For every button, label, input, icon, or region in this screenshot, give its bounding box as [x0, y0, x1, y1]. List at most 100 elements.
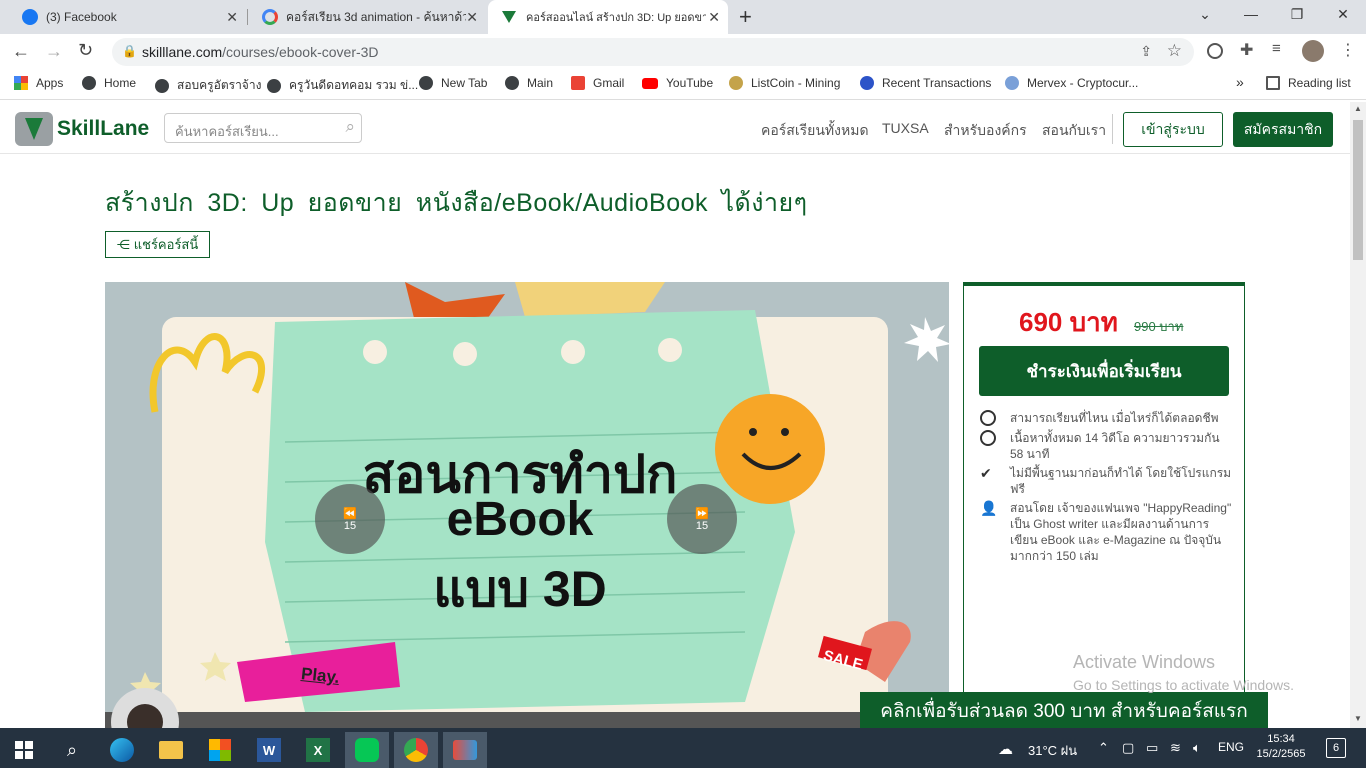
signup-button[interactable]: สมัครสมาชิก — [1233, 112, 1333, 147]
clock[interactable]: 15:34 15/2/2565 — [1256, 732, 1306, 762]
bookmark-youtube[interactable]: YouTube — [642, 76, 713, 90]
bookmark-label: ครูวันดีดอทคอม รวม ข่... — [289, 78, 419, 92]
new-tab-button[interactable]: + — [739, 4, 752, 30]
windows-activation-watermark: Activate Windows Go to Settings to activ… — [1073, 652, 1294, 693]
puzzle-icon[interactable]: ✚ — [1240, 40, 1253, 60]
bookmark-recent-transactions[interactable]: Recent Transactions — [860, 76, 991, 90]
reading-list-button[interactable]: Reading list — [1266, 76, 1351, 90]
clock-date: 15/2/2565 — [1256, 748, 1306, 760]
search-icon[interactable]: ⌕ — [50, 732, 94, 768]
nav-tuxsa[interactable]: TUXSA — [882, 120, 929, 136]
skilllane-logo[interactable]: SkillLane — [15, 112, 149, 146]
discount-promo-banner[interactable]: คลิกเพื่อรับส่วนลด 300 บาท สำหรับคอร์สแร… — [860, 692, 1268, 730]
weather-icon[interactable]: ☁ — [998, 740, 1013, 758]
extension-icon[interactable] — [1207, 43, 1223, 59]
coin-icon — [860, 76, 874, 90]
tray-overflow-chevron-icon[interactable]: ⌃ — [1098, 740, 1109, 756]
google-icon — [262, 9, 278, 25]
tab-google-search[interactable]: คอร์สเรียน 3d animation - ค้นหาด้วย ✕ — [248, 0, 486, 34]
profile-avatar[interactable] — [1302, 40, 1324, 62]
wifi-icon[interactable]: ≋ — [1170, 740, 1181, 756]
activation-title: Activate Windows — [1073, 652, 1216, 672]
course-video-player[interactable]: สอนการทำปก eBook แบบ 3D Play. SALE ⏪ 15 … — [105, 282, 949, 728]
url-path: /courses/ebook-cover-3D — [222, 44, 379, 60]
bookmark-main[interactable]: Main — [505, 76, 553, 90]
rewind-15-button[interactable]: ⏪ 15 — [315, 484, 385, 554]
word-icon[interactable]: W — [247, 732, 291, 768]
login-button[interactable]: เข้าสู่ระบบ — [1123, 112, 1223, 147]
bookmark-star-icon[interactable]: ☆ — [1167, 41, 1182, 61]
feature-text: สอนโดย เจ้าของแฟนเพจ "HappyReading" เป็น… — [1010, 501, 1232, 563]
nav-teach-with-us[interactable]: สอนกับเรา — [1042, 120, 1106, 142]
bookmark-label: ListCoin - Mining — [751, 76, 841, 90]
window-close-icon[interactable]: ✕ — [1328, 6, 1358, 23]
scroll-down-arrow-icon[interactable]: ▼ — [1354, 714, 1362, 723]
weather-text[interactable]: 31°C ฝน — [1028, 740, 1077, 761]
line-app-icon[interactable] — [345, 732, 389, 768]
feature-content: เนื้อหาทั้งหมด 14 วิดีโอ ความยาวรวมกัน 5… — [980, 430, 1230, 464]
tab-facebook[interactable]: (3) Facebook ✕ — [8, 0, 246, 34]
nav-all-courses[interactable]: คอร์สเรียนทั้งหมด — [761, 120, 869, 142]
snip-tool-icon[interactable] — [443, 732, 487, 768]
bookmark-gmail[interactable]: Gmail — [571, 76, 624, 90]
tab-title: (3) Facebook — [46, 10, 117, 24]
tab-search-chevron-icon[interactable]: ⌄ — [1190, 6, 1220, 23]
person-icon: 👤 — [980, 500, 998, 516]
tab-skilllane-course[interactable]: คอร์สออนไลน์ สร้างปก 3D: Up ยอดขาย ✕ — [488, 0, 728, 34]
scroll-thumb[interactable] — [1353, 120, 1363, 260]
close-icon[interactable]: ✕ — [466, 9, 478, 26]
share-course-button[interactable]: ⋲ แชร์คอร์สนี้ — [105, 231, 210, 258]
file-explorer-icon[interactable] — [149, 732, 193, 768]
close-icon[interactable]: ✕ — [708, 9, 720, 26]
bookmark-kruwandee[interactable]: ครูวันดีดอทคอม รวม ข่... — [267, 76, 418, 95]
menu-kebab-icon[interactable]: ⋮ — [1340, 40, 1356, 60]
fast-forward-icon: ⏩ — [695, 507, 709, 520]
microsoft-store-icon[interactable] — [198, 732, 242, 768]
forward-icon[interactable]: → — [45, 41, 63, 62]
input-language[interactable]: ENG — [1218, 740, 1244, 754]
notification-center-button[interactable]: 6 — [1326, 738, 1346, 758]
volume-icon[interactable]: 🔈︎ — [1193, 740, 1201, 756]
bookmark-label: Recent Transactions — [882, 76, 992, 90]
network-icon[interactable]: ▢ — [1122, 740, 1134, 756]
minimize-icon[interactable]: — — [1236, 6, 1266, 22]
back-icon[interactable]: ← — [12, 41, 30, 62]
chrome-icon[interactable] — [394, 732, 438, 768]
start-windows-icon[interactable] — [2, 732, 46, 768]
original-price: 990 บาท — [1134, 319, 1184, 334]
search-placeholder: ค้นหาคอร์สเรียน... — [175, 124, 279, 139]
battery-icon[interactable]: ▭ — [1146, 740, 1158, 756]
search-icon[interactable]: ⌕ — [345, 117, 355, 137]
address-bar[interactable]: 🔒 skilllane.com/courses/ebook-cover-3D ⇪… — [112, 38, 1194, 66]
scroll-up-arrow-icon[interactable]: ▲ — [1354, 104, 1362, 113]
more-bookmarks-chevron[interactable]: » — [1236, 74, 1244, 90]
course-search-box[interactable]: ค้นหาคอร์สเรียน... ⌕ — [164, 113, 362, 143]
bookmarks-bar: Apps Home สอบครูอัตราจ้าง ครูวันดีดอทคอม… — [0, 70, 1366, 100]
buy-course-button[interactable]: ชำระเงินเพื่อเริ่มเรียน — [979, 346, 1229, 396]
excel-icon[interactable]: X — [296, 732, 340, 768]
bookmark-apps[interactable]: Apps — [14, 76, 63, 90]
bookmark-listcoin[interactable]: ListCoin - Mining — [729, 76, 840, 90]
cover-line-3: แบบ 3D — [433, 561, 607, 617]
reload-icon[interactable]: ↻ — [78, 40, 93, 61]
globe-icon — [419, 76, 433, 90]
close-icon[interactable]: ✕ — [226, 9, 238, 26]
edge-icon[interactable] — [100, 732, 144, 768]
share-icon[interactable]: ⇪ — [1140, 43, 1152, 60]
bookmark-label: YouTube — [666, 76, 714, 90]
bookmark-teacher-exam[interactable]: สอบครูอัตราจ้าง — [155, 76, 261, 95]
media-control-icon[interactable]: ≡ — [1272, 40, 1281, 57]
bookmark-home[interactable]: Home — [82, 76, 136, 90]
nav-for-business[interactable]: สำหรับองค์กร — [944, 120, 1027, 142]
site-header: SkillLane ค้นหาคอร์สเรียน... ⌕ คอร์สเรีย… — [0, 102, 1350, 154]
rewind-seconds: 15 — [343, 519, 357, 532]
activation-subtitle: Go to Settings to activate Windows. — [1073, 677, 1294, 693]
mervex-icon — [1005, 76, 1019, 90]
globe-icon — [505, 76, 519, 90]
browser-toolbar: ← → ↻ 🔒 skilllane.com/courses/ebook-cove… — [0, 34, 1366, 70]
restore-icon[interactable]: ❐ — [1282, 6, 1312, 23]
bookmark-mervex[interactable]: Mervex - Cryptocur... — [1005, 76, 1138, 90]
page-scrollbar[interactable]: ▲ ▼ — [1350, 102, 1366, 728]
forward-15-button[interactable]: ⏩ 15 — [667, 484, 737, 554]
bookmark-new-tab[interactable]: New Tab — [419, 76, 487, 90]
